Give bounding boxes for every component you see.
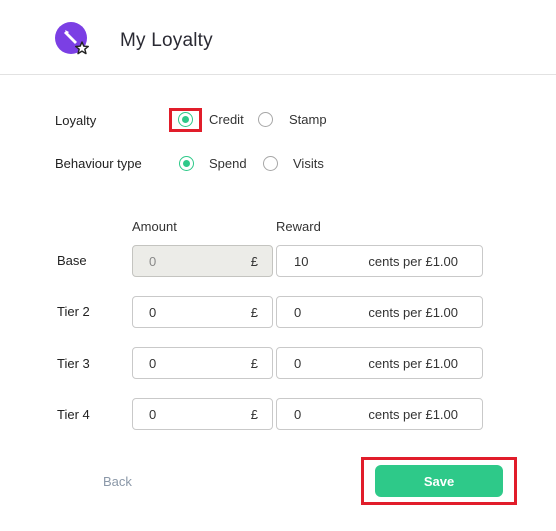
credit-radio-label: Credit bbox=[209, 112, 244, 127]
tier-3-reward-value: 0 bbox=[294, 356, 302, 371]
tier-4-currency-symbol: £ bbox=[250, 407, 258, 422]
spend-radio-label: Spend bbox=[209, 156, 247, 171]
base-reward-field[interactable]: 10 cents per £1.00 bbox=[276, 245, 483, 277]
behaviour-option-visits[interactable]: Visits bbox=[263, 156, 324, 171]
tier-3-currency-symbol: £ bbox=[250, 356, 258, 371]
save-button[interactable]: Save bbox=[375, 465, 503, 497]
tier-3-reward-suffix: cents per £1.00 bbox=[368, 356, 458, 371]
loyalty-star-icon bbox=[55, 22, 89, 55]
visits-radio-label: Visits bbox=[293, 156, 324, 171]
tier-label-base: Base bbox=[57, 253, 87, 268]
tier-2-reward-field[interactable]: 0 cents per £1.00 bbox=[276, 296, 483, 328]
page-title: My Loyalty bbox=[120, 30, 213, 51]
dialog-header: My Loyalty bbox=[0, 0, 556, 75]
tier-3-reward-field[interactable]: 0 cents per £1.00 bbox=[276, 347, 483, 379]
save-button-label: Save bbox=[423, 473, 455, 489]
base-amount-value: 0 bbox=[149, 254, 157, 269]
base-currency-symbol: £ bbox=[250, 254, 258, 269]
spend-radio[interactable] bbox=[179, 156, 194, 171]
tier-3-amount-field[interactable]: 0 £ bbox=[132, 347, 273, 379]
base-amount-field: 0 £ bbox=[132, 245, 273, 277]
reward-column-header: Reward bbox=[276, 219, 321, 234]
base-reward-value: 10 bbox=[294, 254, 309, 269]
tier-2-reward-value: 0 bbox=[294, 305, 302, 320]
tier-2-currency-symbol: £ bbox=[250, 305, 258, 320]
behaviour-option-spend[interactable]: Spend bbox=[179, 156, 247, 171]
loyalty-label: Loyalty bbox=[55, 113, 97, 128]
tier-4-reward-value: 0 bbox=[294, 407, 302, 422]
tier-2-reward-suffix: cents per £1.00 bbox=[368, 305, 458, 320]
tier-4-reward-suffix: cents per £1.00 bbox=[368, 407, 458, 422]
tier-4-reward-field[interactable]: 0 cents per £1.00 bbox=[276, 398, 483, 430]
back-button[interactable]: Back bbox=[103, 474, 132, 489]
base-reward-suffix: cents per £1.00 bbox=[368, 254, 458, 269]
tier-label-tier-3: Tier 3 bbox=[57, 356, 90, 371]
amount-column-header: Amount bbox=[132, 219, 177, 234]
stamp-radio-label: Stamp bbox=[289, 112, 327, 127]
tier-3-amount-value: 0 bbox=[149, 356, 157, 371]
visits-radio[interactable] bbox=[263, 156, 278, 171]
tier-2-amount-field[interactable]: 0 £ bbox=[132, 296, 273, 328]
stamp-radio[interactable] bbox=[258, 112, 273, 127]
tier-4-amount-value: 0 bbox=[149, 407, 157, 422]
loyalty-option-stamp[interactable]: Stamp bbox=[258, 112, 327, 127]
tier-2-amount-value: 0 bbox=[149, 305, 157, 320]
tier-label-tier-4: Tier 4 bbox=[57, 407, 90, 422]
tier-4-amount-field[interactable]: 0 £ bbox=[132, 398, 273, 430]
loyalty-option-credit[interactable]: Credit bbox=[178, 112, 244, 127]
credit-radio[interactable] bbox=[178, 112, 193, 127]
tier-label-tier-2: Tier 2 bbox=[57, 304, 90, 319]
behaviour-type-label: Behaviour type bbox=[55, 156, 142, 171]
